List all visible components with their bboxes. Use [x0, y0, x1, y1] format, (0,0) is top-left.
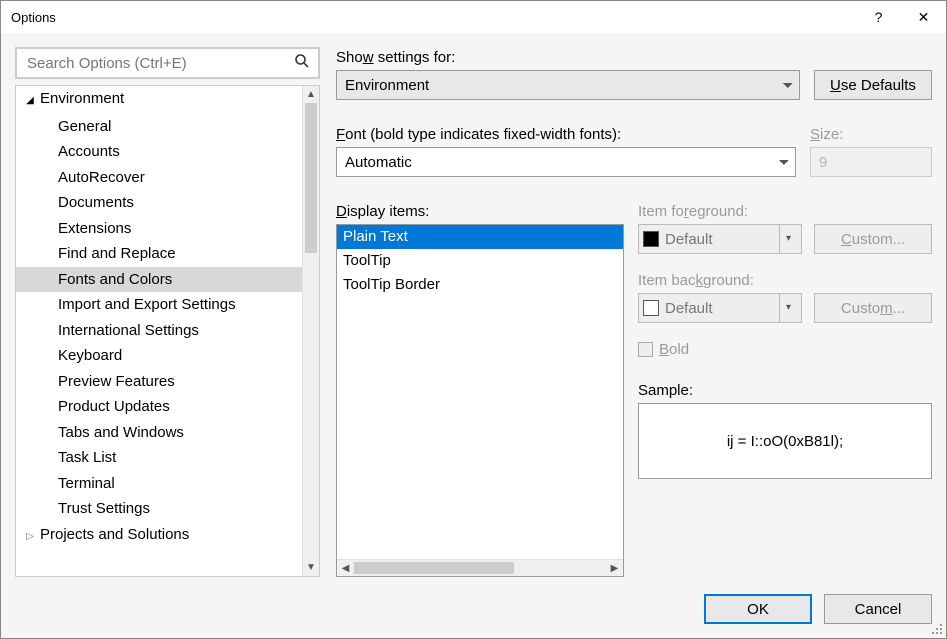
- tree-item[interactable]: Extensions: [16, 216, 302, 242]
- show-settings-combo[interactable]: Environment: [336, 70, 800, 100]
- hscroll-right-icon[interactable]: ▶: [606, 560, 623, 576]
- tree-item[interactable]: General: [16, 114, 302, 140]
- list-hscroll[interactable]: ◀ ▶: [337, 559, 623, 576]
- tree-item[interactable]: Accounts: [16, 139, 302, 165]
- bold-checkbox: Bold: [638, 341, 932, 358]
- background-swatch: [643, 300, 659, 316]
- tree-group-projects[interactable]: ▷Projects and Solutions: [16, 522, 302, 550]
- display-items-label: Display items:: [336, 203, 624, 220]
- dialog-body: ◢EnvironmentGeneralAccountsAutoRecoverDo…: [1, 33, 946, 638]
- item-foreground-combo: Default ▾: [638, 224, 802, 254]
- sample-text: ij = I::oO(0xB81l);: [727, 433, 843, 450]
- tree-item[interactable]: Keyboard: [16, 343, 302, 369]
- resize-grip-icon[interactable]: [930, 622, 944, 636]
- item-background-combo: Default ▾: [638, 293, 802, 323]
- options-tree: ◢EnvironmentGeneralAccountsAutoRecoverDo…: [15, 85, 320, 577]
- hscroll-left-icon[interactable]: ◀: [337, 560, 354, 576]
- options-dialog: Options ? ✕ ◢EnvironmentGeneralAccountsA…: [0, 0, 947, 639]
- scroll-down-icon[interactable]: ▼: [303, 559, 319, 576]
- tree-item[interactable]: Preview Features: [16, 369, 302, 395]
- tree-item[interactable]: Fonts and Colors: [16, 267, 302, 293]
- checkbox-icon: [638, 342, 653, 357]
- item-background-label: Item background:: [638, 272, 932, 289]
- list-item[interactable]: Plain Text: [337, 225, 623, 249]
- tree-item[interactable]: AutoRecover: [16, 165, 302, 191]
- use-defaults-button[interactable]: Use Defaults: [814, 70, 932, 100]
- ok-button[interactable]: OK: [704, 594, 812, 624]
- show-settings-label: Show settings for:: [336, 49, 800, 66]
- search-box[interactable]: [15, 47, 320, 79]
- tree-scrollbar[interactable]: ▲ ▼: [302, 86, 319, 576]
- caret-right-icon: ▷: [24, 524, 36, 550]
- close-icon: ✕: [918, 9, 930, 26]
- chevron-down-icon: ▾: [779, 294, 797, 322]
- tree-item[interactable]: Trust Settings: [16, 496, 302, 522]
- tree-item[interactable]: Terminal: [16, 471, 302, 497]
- custom-background-button: Custom...: [814, 293, 932, 323]
- scroll-thumb[interactable]: [305, 103, 317, 253]
- search-input[interactable]: [25, 54, 294, 73]
- tree-item[interactable]: Task List: [16, 445, 302, 471]
- window-title: Options: [11, 10, 856, 25]
- sample-box: ij = I::oO(0xB81l);: [638, 403, 932, 479]
- size-combo: 9: [810, 147, 932, 177]
- search-icon: [294, 53, 310, 74]
- tree-item[interactable]: Tabs and Windows: [16, 420, 302, 446]
- caret-down-icon: ◢: [24, 88, 36, 114]
- size-label: Size:: [810, 126, 932, 143]
- list-item[interactable]: ToolTip Border: [337, 273, 623, 297]
- help-icon: ?: [875, 9, 883, 25]
- item-foreground-label: Item foreground:: [638, 203, 932, 220]
- tree-item[interactable]: International Settings: [16, 318, 302, 344]
- chevron-down-icon: ▾: [779, 225, 797, 253]
- list-item[interactable]: ToolTip: [337, 249, 623, 273]
- foreground-swatch: [643, 231, 659, 247]
- close-button[interactable]: ✕: [901, 1, 946, 33]
- tree-item[interactable]: Find and Replace: [16, 241, 302, 267]
- tree-group-environment[interactable]: ◢Environment: [16, 86, 302, 114]
- scroll-up-icon[interactable]: ▲: [303, 86, 319, 103]
- tree-item[interactable]: Documents: [16, 190, 302, 216]
- display-items-list[interactable]: Plain TextToolTipToolTip Border ◀ ▶: [336, 224, 624, 577]
- custom-foreground-button: Custom...: [814, 224, 932, 254]
- font-label: Font (bold type indicates fixed-width fo…: [336, 126, 796, 143]
- tree-item[interactable]: Import and Export Settings: [16, 292, 302, 318]
- font-combo[interactable]: Automatic: [336, 147, 796, 177]
- help-button[interactable]: ?: [856, 1, 901, 33]
- tree-item[interactable]: Product Updates: [16, 394, 302, 420]
- hscroll-thumb[interactable]: [354, 562, 514, 574]
- sample-label: Sample:: [638, 382, 932, 399]
- cancel-button[interactable]: Cancel: [824, 594, 932, 624]
- title-bar: Options ? ✕: [1, 1, 946, 33]
